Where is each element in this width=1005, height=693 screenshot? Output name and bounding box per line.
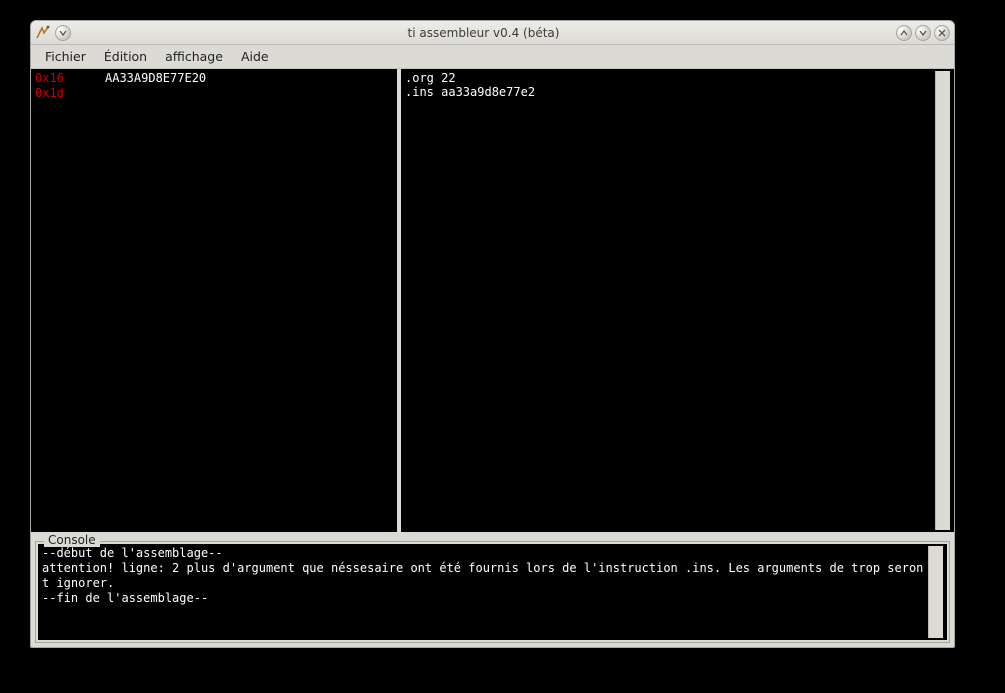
titlebar-right bbox=[896, 25, 950, 41]
main-window: ti assembleur v0.4 (béta) Fichier Éditio… bbox=[30, 20, 955, 648]
app-icon bbox=[35, 25, 51, 41]
window-menu-button[interactable] bbox=[55, 25, 71, 41]
source-line: .org 22 bbox=[405, 71, 935, 85]
console-panel: Console --début de l'assemblage-- attent… bbox=[31, 535, 954, 647]
listing-row: 0x16AA33A9D8E77E20 bbox=[35, 71, 393, 86]
content-area: 0x16AA33A9D8E77E20 0x1d .org 22 .ins aa3… bbox=[31, 69, 954, 647]
menu-edition[interactable]: Édition bbox=[96, 46, 155, 67]
console-body: --début de l'assemblage-- attention! lig… bbox=[38, 544, 947, 640]
console-output[interactable]: --début de l'assemblage-- attention! lig… bbox=[42, 546, 928, 638]
minimize-button[interactable] bbox=[896, 25, 912, 41]
console-fieldset: Console --début de l'assemblage-- attent… bbox=[35, 541, 950, 643]
menu-aide[interactable]: Aide bbox=[233, 46, 277, 67]
listing-data: AA33A9D8E77E20 bbox=[105, 71, 206, 85]
listing-address: 0x1d bbox=[35, 86, 105, 101]
console-scrollbar[interactable] bbox=[928, 546, 943, 638]
maximize-button[interactable] bbox=[915, 25, 931, 41]
menu-affichage[interactable]: affichage bbox=[157, 46, 231, 67]
window-title: ti assembleur v0.4 (béta) bbox=[71, 26, 896, 40]
menubar: Fichier Édition affichage Aide bbox=[31, 45, 954, 69]
source-line: .ins aa33a9d8e77e2 bbox=[405, 85, 935, 99]
source-editor[interactable]: .org 22 .ins aa33a9d8e77e2 bbox=[405, 71, 935, 530]
listing-pane[interactable]: 0x16AA33A9D8E77E20 0x1d bbox=[31, 69, 401, 535]
titlebar[interactable]: ti assembleur v0.4 (béta) bbox=[31, 21, 954, 45]
console-label: Console bbox=[44, 533, 100, 547]
source-scrollbar[interactable] bbox=[935, 71, 950, 530]
listing-row: 0x1d bbox=[35, 86, 393, 101]
titlebar-left bbox=[35, 25, 71, 41]
menu-fichier[interactable]: Fichier bbox=[37, 46, 94, 67]
source-pane: .org 22 .ins aa33a9d8e77e2 bbox=[401, 69, 954, 535]
close-button[interactable] bbox=[934, 25, 950, 41]
listing-address: 0x16 bbox=[35, 71, 105, 86]
editor-panes: 0x16AA33A9D8E77E20 0x1d .org 22 .ins aa3… bbox=[31, 69, 954, 535]
